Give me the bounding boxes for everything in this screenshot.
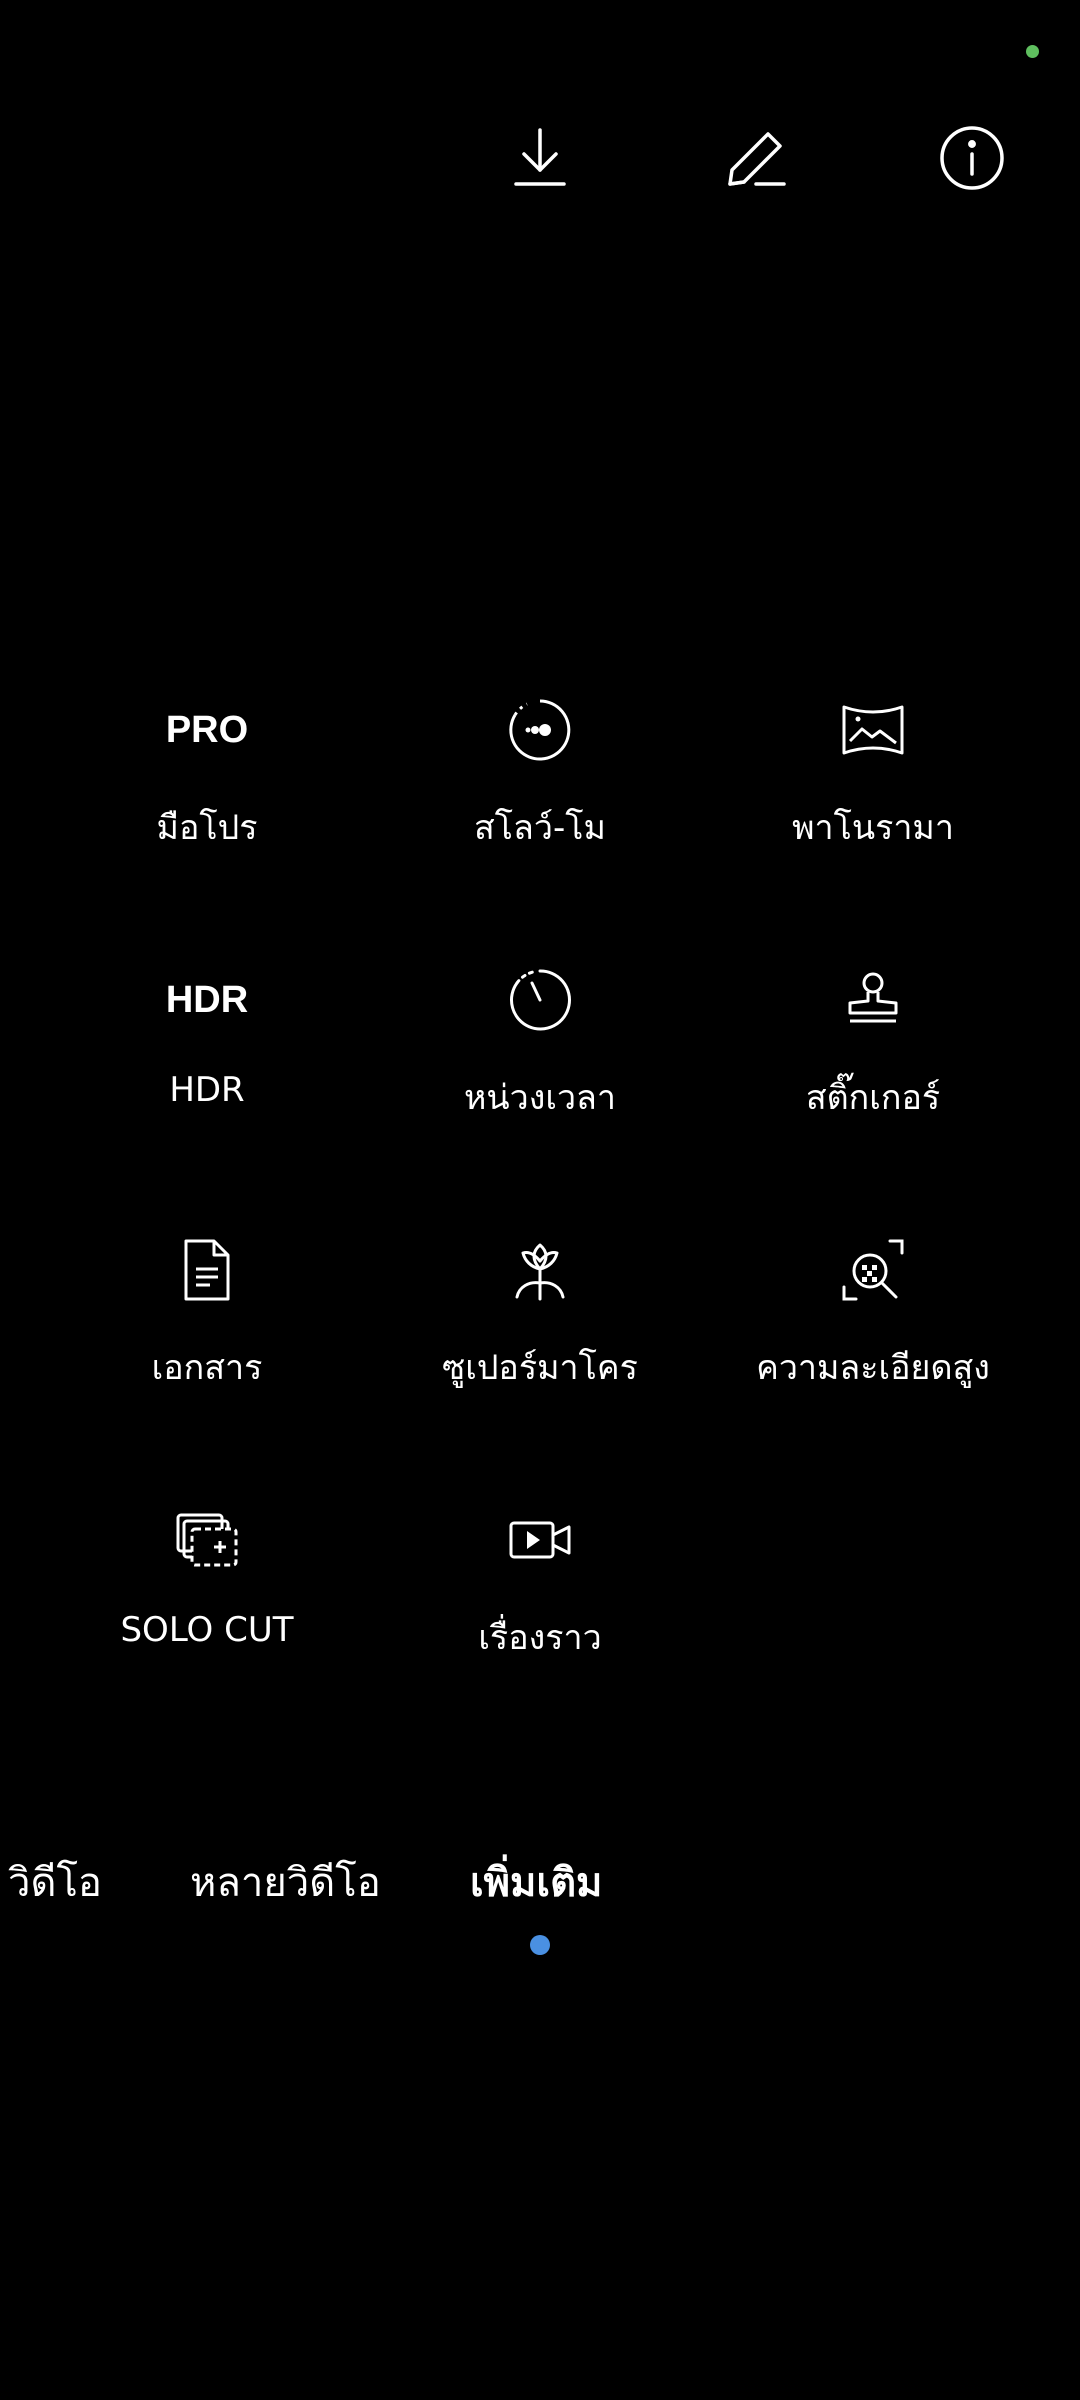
mode-label: สโลว์-โม xyxy=(474,808,606,848)
mode-label: HDR xyxy=(169,1070,245,1110)
mode-label: เรื่องราว xyxy=(478,1618,602,1658)
mode-slow-motion[interactable]: สโลว์-โม xyxy=(370,690,710,870)
mode-label: สติ๊กเกอร์ xyxy=(805,1078,941,1118)
tab-video[interactable]: วิดีโอ xyxy=(8,1850,102,1914)
tab-more[interactable]: เพิ่มเติม xyxy=(470,1850,602,1914)
mode-hdr[interactable]: HDR HDR xyxy=(37,960,377,1140)
mode-label: หน่วงเวลา xyxy=(464,1078,616,1118)
mode-document[interactable]: เอกสาร xyxy=(37,1230,377,1410)
mode-label: ซูเปอร์มาโคร xyxy=(442,1348,638,1388)
mode-high-resolution[interactable]: ความละเอียดสูง xyxy=(703,1230,1043,1410)
tab-multi-video[interactable]: หลายวิดีโอ xyxy=(190,1850,381,1914)
mode-label: พาโนรามา xyxy=(792,808,954,848)
info-icon[interactable] xyxy=(932,118,1012,198)
panorama-icon xyxy=(833,690,913,770)
pencil-icon[interactable] xyxy=(716,118,796,198)
download-icon[interactable] xyxy=(500,118,580,198)
mode-label: SOLO CUT xyxy=(120,1610,294,1650)
mode-label: เอกสาร xyxy=(151,1348,263,1388)
active-tab-indicator xyxy=(530,1935,550,1955)
mode-sticker[interactable]: สติ๊กเกอร์ xyxy=(703,960,1043,1140)
mode-pro[interactable]: PRO มือโปร xyxy=(37,690,377,870)
stamp-icon xyxy=(833,960,913,1040)
flower-macro-icon xyxy=(500,1230,580,1310)
solo-cut-icon xyxy=(167,1500,247,1580)
mode-super-macro[interactable]: ซูเปอร์มาโคร xyxy=(370,1230,710,1410)
document-icon xyxy=(167,1230,247,1310)
mode-label: มือโปร xyxy=(156,808,258,848)
mode-panorama[interactable]: พาโนรามา xyxy=(703,690,1043,870)
mode-solo-cut[interactable]: SOLO CUT xyxy=(37,1500,377,1680)
timer-icon xyxy=(500,960,580,1040)
mode-timer[interactable]: หน่วงเวลา xyxy=(370,960,710,1140)
slow-motion-icon xyxy=(500,690,580,770)
mode-label: ความละเอียดสูง xyxy=(756,1348,990,1388)
mode-story[interactable]: เรื่องราว xyxy=(370,1500,710,1680)
story-video-icon xyxy=(500,1500,580,1580)
hdr-icon: HDR xyxy=(165,978,249,1021)
hi-res-scan-icon xyxy=(833,1230,913,1310)
camera-mode-tabs: วิดีโอ หลายวิดีโอ เพิ่มเติม xyxy=(0,1850,1080,1910)
pro-icon: PRO xyxy=(165,708,249,751)
status-indicator-dot xyxy=(1026,45,1039,58)
